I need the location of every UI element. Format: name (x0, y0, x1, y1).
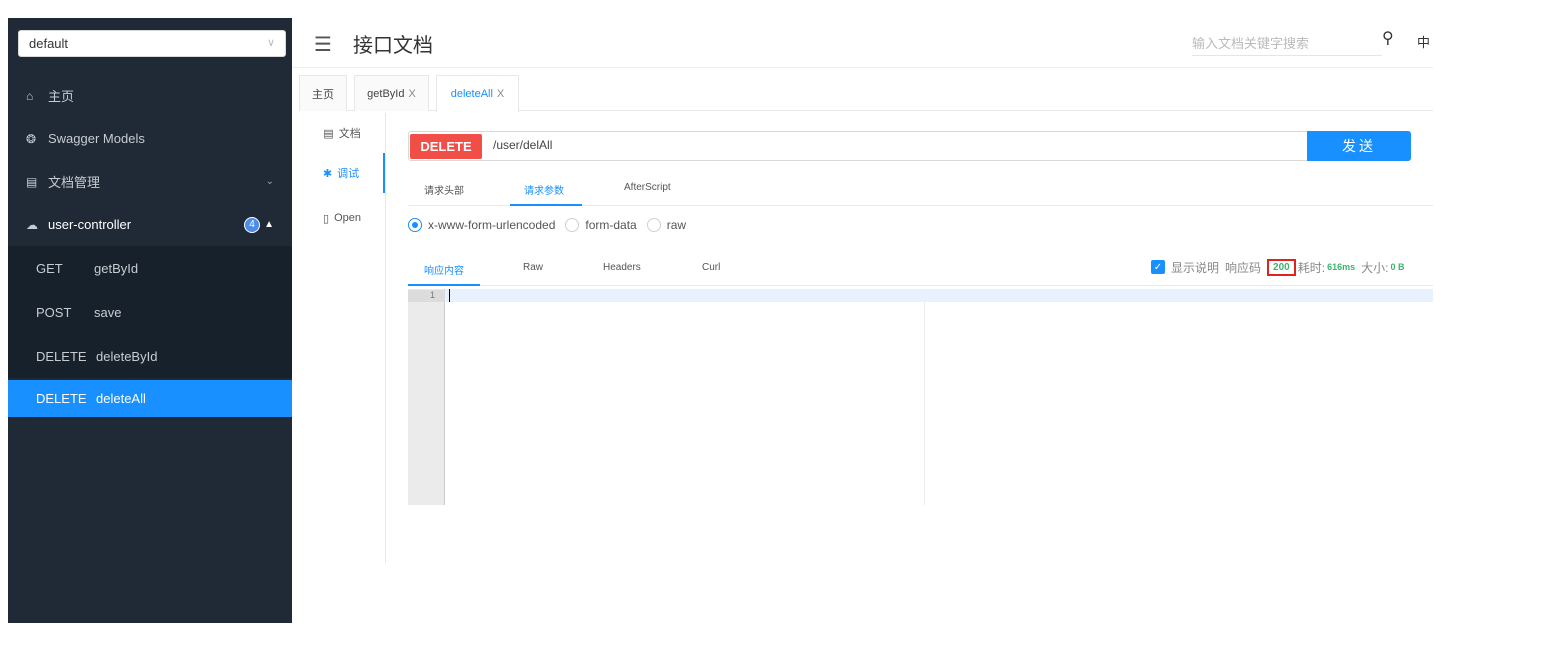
radio-label: form-data (585, 218, 637, 232)
endpoint-item-deleteall[interactable]: DELETE deleteAll (8, 380, 292, 417)
active-tab-indicator (408, 284, 480, 286)
page-title: 接口文档 (353, 35, 433, 57)
header: ☰ 接口文档 输入文档关键字搜索 ⚲ 中 (292, 18, 1433, 68)
tab-label: deleteAll (450, 88, 493, 100)
tab-deleteall[interactable]: deleteAll X (436, 75, 519, 112)
radio-urlencoded[interactable]: x-www-form-urlencoded (408, 218, 555, 232)
sidebar-item-home[interactable]: ⌂ 主页 (8, 74, 292, 117)
subnav-doc[interactable]: ▤ 文档 (299, 113, 385, 153)
file-icon: ▯ (323, 212, 330, 225)
document-icon: ▤ (323, 127, 334, 140)
line-number: 1 (408, 290, 445, 302)
sidebar-item-label: 主页 (48, 89, 75, 104)
close-icon[interactable]: X (497, 88, 504, 100)
time-value: 616ms (1327, 262, 1356, 272)
group-select[interactable]: default ∨ (18, 30, 286, 57)
tab-response-headers[interactable]: Headers (603, 262, 641, 273)
radio-form-data[interactable]: form-data (565, 218, 637, 232)
tab-afterscript[interactable]: AfterScript (624, 182, 671, 193)
search-input[interactable]: 输入文档关键字搜索 (1192, 30, 1382, 56)
radio-dot (646, 218, 661, 232)
cloud-icon: ☁ (26, 217, 38, 232)
size-label: 大小: (1361, 260, 1389, 275)
close-icon[interactable]: X (408, 88, 415, 100)
status-code-value: 200 (1267, 258, 1296, 276)
radio-raw[interactable]: raw (646, 218, 687, 232)
sidebar-item-doc-management[interactable]: ▤ 文档管理 ⌄ (8, 160, 292, 203)
chevron-down-icon: ⌄ (265, 176, 274, 187)
sidebar-item-user-controller[interactable]: ☁ user-controller 4 ▲ (8, 203, 292, 246)
endpoint-name: deleteById (96, 348, 158, 364)
sidebar-item-label: user-controller (48, 217, 132, 232)
tab-home[interactable]: 主页 (299, 75, 347, 111)
request-tabs: 请求头部 请求参数 AfterScript (408, 172, 1433, 206)
tab-request-params[interactable]: 请求参数 (524, 182, 564, 197)
print-margin (924, 302, 925, 505)
endpoint-item-save[interactable]: POST save (8, 290, 292, 334)
chevron-up-icon: ▲ (264, 219, 274, 230)
endpoint-item-deletebyid[interactable]: DELETE deleteById (8, 334, 292, 378)
sidebar: default ∨ ⌂ 主页 ❂ Swagger Models ▤ 文档管理 ⌄… (8, 18, 292, 623)
sidebar-item-swagger-models[interactable]: ❂ Swagger Models (8, 117, 292, 160)
document-settings-icon: ▤ (26, 174, 38, 189)
subnav-label: Open (334, 212, 361, 224)
sidebar-item-label: 文档管理 (48, 175, 101, 190)
endpoint-method: DELETE (36, 391, 87, 406)
response-meta: ✓ 显示说明 响应码 200 耗时: 616ms 大小: 0 B (1151, 258, 1410, 276)
endpoint-method: POST (36, 304, 72, 320)
search-placeholder: 输入文档关键字搜索 (1192, 36, 1310, 51)
radio-label: x-www-form-urlencoded (428, 218, 556, 232)
size-value: 0 B (1390, 262, 1405, 272)
subnav-label: 文档 (338, 128, 361, 140)
endpoint-method: DELETE (36, 348, 87, 364)
chevron-down-icon: ∨ (266, 37, 275, 49)
radio-dot (408, 218, 422, 232)
group-select-value: default (29, 36, 69, 51)
menu-fold-icon[interactable]: ☰ (314, 32, 332, 57)
bug-icon: ✱ (322, 167, 333, 180)
active-tab-indicator (510, 204, 582, 206)
line-gutter: 1 (408, 289, 445, 505)
radio-label: raw (666, 218, 687, 232)
request-bar: DELETE /user/delAll 发送 (408, 131, 1411, 161)
language-switch[interactable]: 中 (1417, 32, 1430, 51)
show-desc-label: 显示说明 (1171, 260, 1220, 275)
active-line-highlight (445, 289, 1433, 302)
tab-response-curl[interactable]: Curl (702, 262, 720, 273)
subnav-debug[interactable]: ✱ 调试 (299, 153, 385, 193)
response-tabs: 响应内容 Raw Headers Curl ✓ 显示说明 响应码 200 耗时:… (408, 252, 1433, 286)
radio-dot (565, 218, 580, 232)
time-label: 耗时: (1297, 260, 1326, 275)
home-icon: ⌂ (26, 88, 34, 103)
tab-label: 主页 (312, 88, 334, 101)
body-type-radios: x-www-form-urlencoded form-data raw (408, 216, 696, 234)
show-desc-checkbox[interactable]: ✓ (1151, 260, 1165, 274)
endpoint-name: deleteAll (96, 391, 146, 406)
subnav-open[interactable]: ▯ Open (299, 198, 385, 238)
text-cursor (449, 289, 450, 302)
search-icon[interactable]: ⚲ (1382, 28, 1394, 48)
status-code-label: 响应码 (1225, 260, 1262, 275)
endpoint-name: save (94, 304, 122, 320)
subnav-label: 调试 (337, 168, 360, 180)
document-tabs: 主页 getById X deleteAll X (299, 75, 1433, 112)
tab-response-raw[interactable]: Raw (523, 262, 543, 273)
sidebar-item-label: Swagger Models (48, 131, 145, 146)
http-method-badge: DELETE (410, 134, 482, 159)
models-icon: ❂ (26, 131, 37, 146)
api-subnav: ▤ 文档 ✱ 调试 ▯ Open (299, 113, 386, 563)
response-editor[interactable]: 1 (408, 289, 1433, 505)
request-url-input[interactable]: /user/delAll (493, 138, 552, 152)
tab-response-content[interactable]: 响应内容 (424, 262, 464, 277)
tab-getbyid[interactable]: getById X (354, 75, 429, 111)
count-badge: 4 (244, 216, 260, 233)
endpoint-name: getById (94, 260, 139, 276)
send-button[interactable]: 发送 (1307, 131, 1411, 161)
endpoint-method: GET (36, 260, 63, 276)
tab-request-headers[interactable]: 请求头部 (424, 182, 464, 197)
endpoint-item-getbyid[interactable]: GET getById (8, 246, 292, 290)
tab-label: getById (367, 87, 405, 100)
